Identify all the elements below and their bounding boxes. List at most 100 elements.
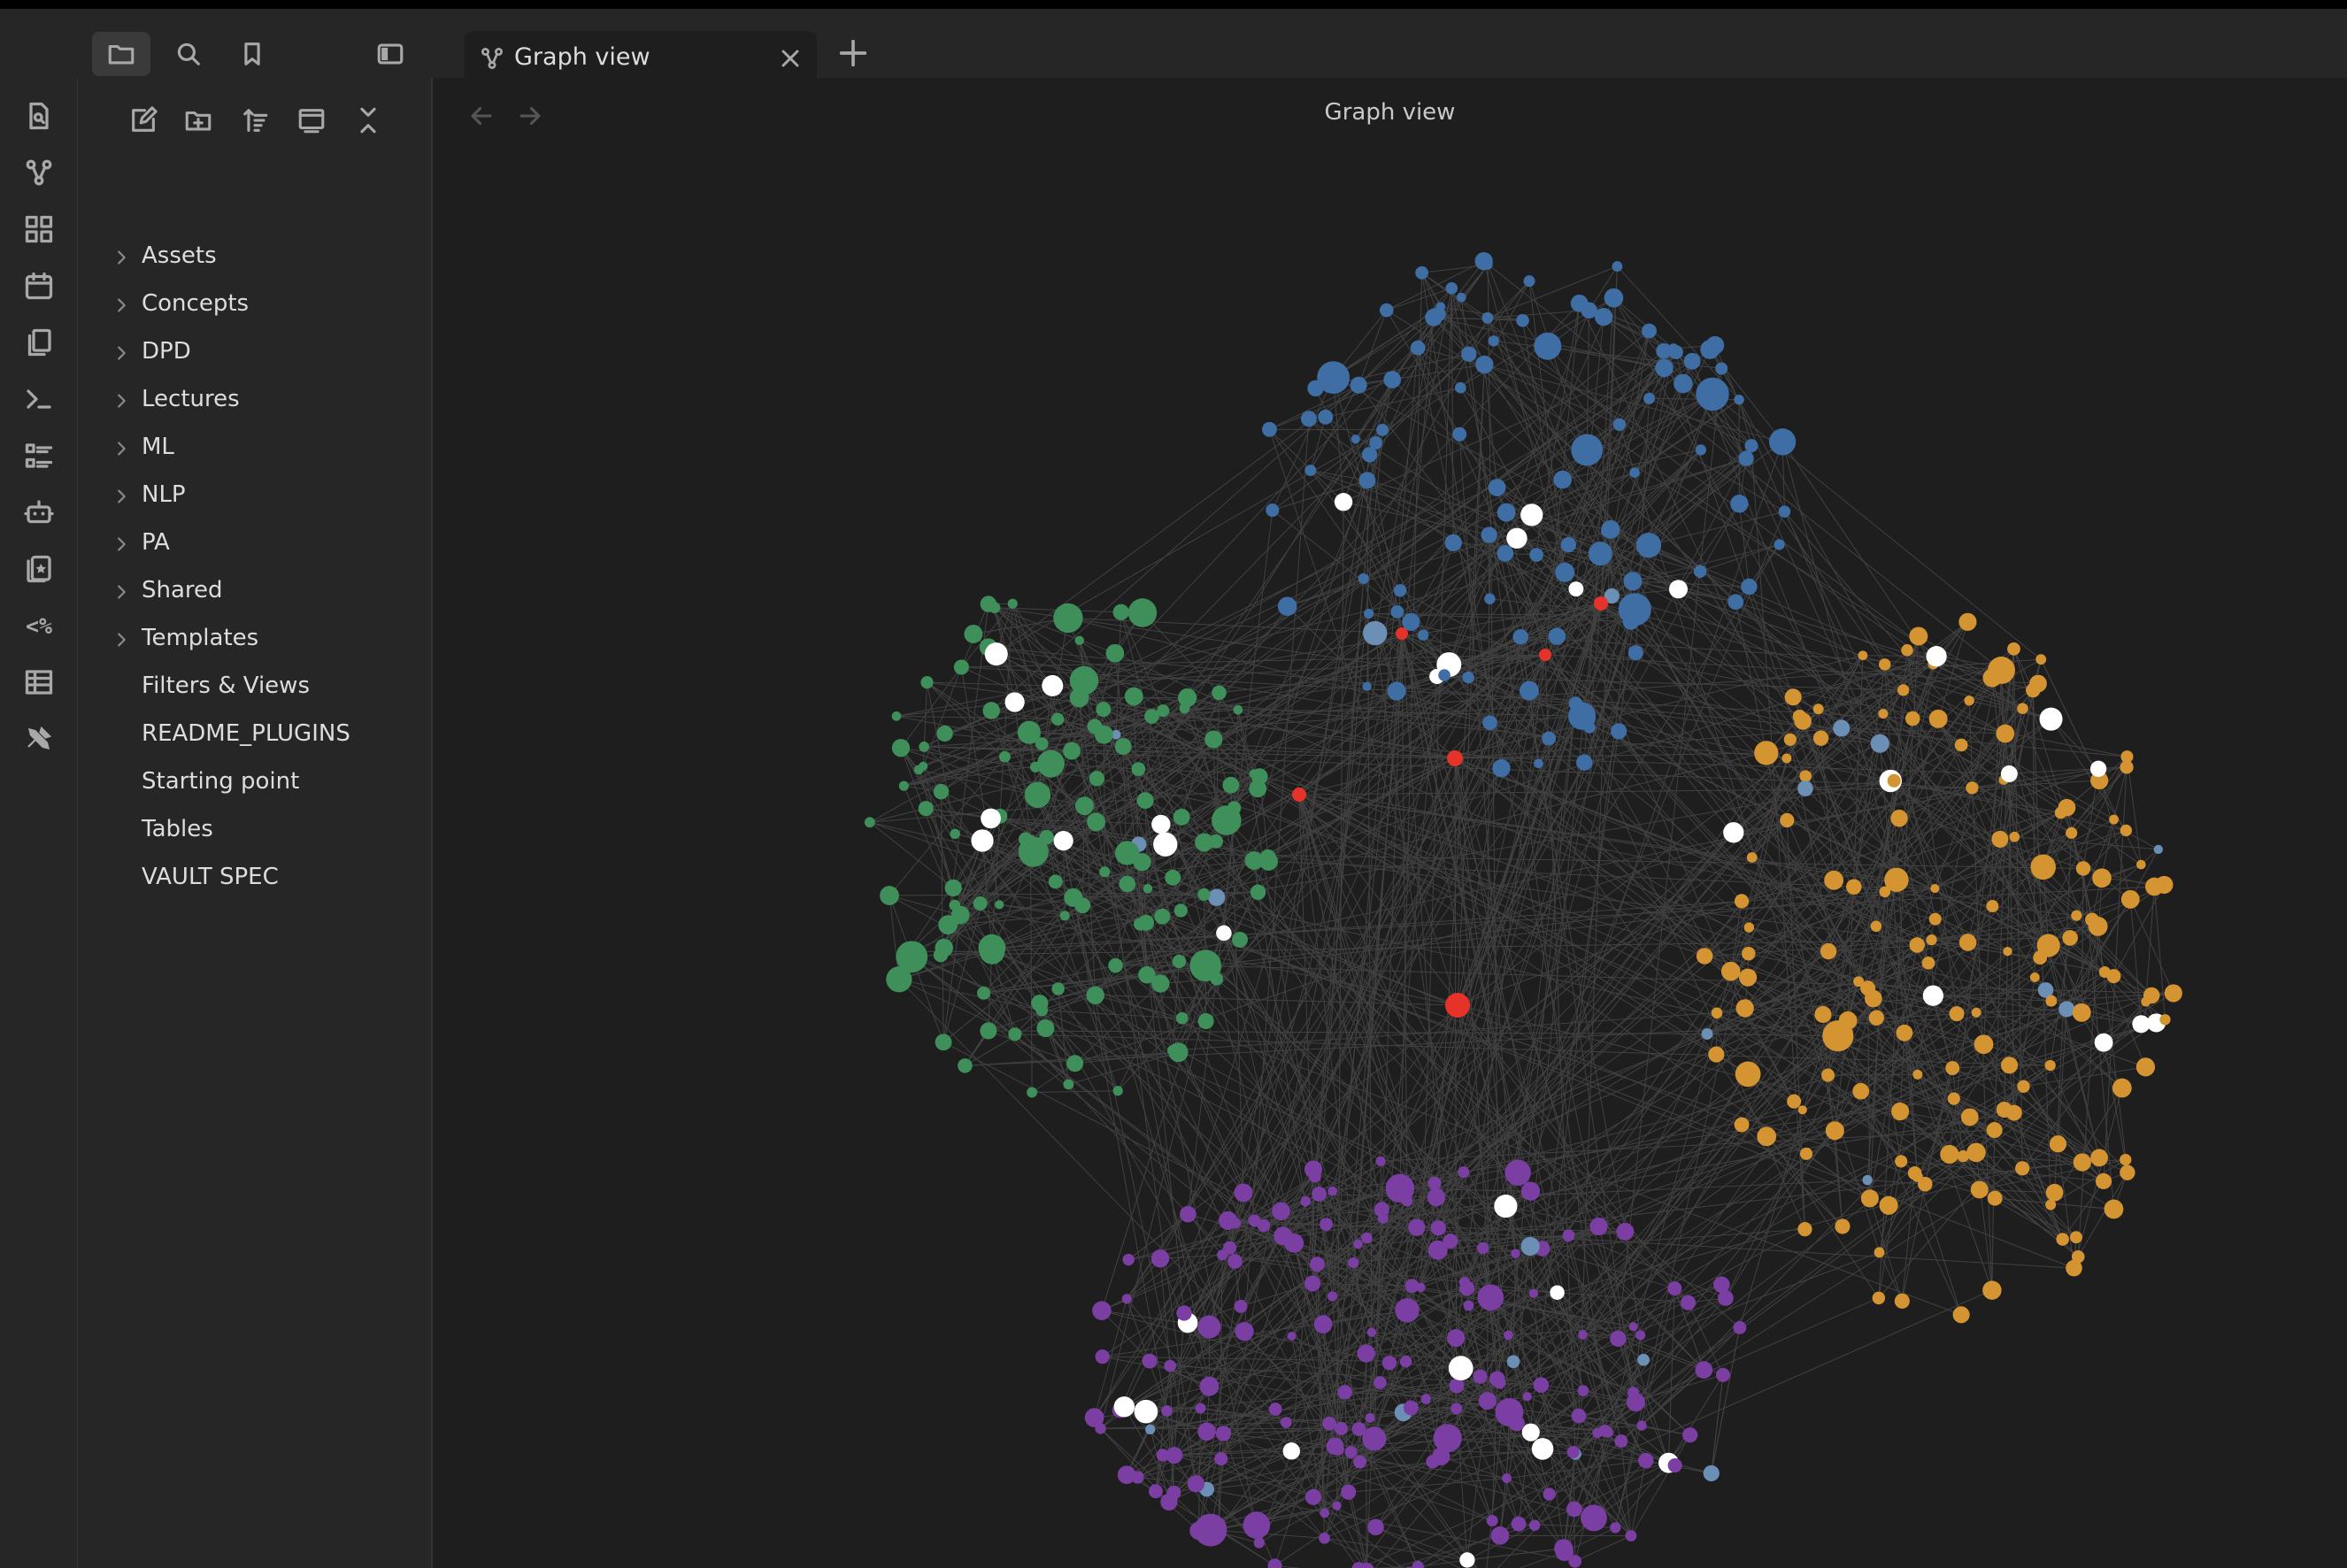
- graph-node[interactable]: [1420, 1394, 1431, 1404]
- graph-node[interactable]: [1879, 886, 1891, 898]
- graph-node[interactable]: [1629, 607, 1646, 624]
- graph-node[interactable]: [1435, 302, 1446, 311]
- graph-node[interactable]: [1635, 532, 1662, 558]
- folder-item[interactable]: Assets: [78, 235, 431, 280]
- graph-node[interactable]: [1112, 1086, 1123, 1096]
- graph-node[interactable]: [1105, 643, 1125, 663]
- graph-node[interactable]: [1136, 792, 1154, 810]
- graph-node[interactable]: [1814, 1005, 1832, 1023]
- graph-node[interactable]: [1461, 346, 1477, 362]
- graph-node[interactable]: [1341, 1484, 1357, 1500]
- graph-node[interactable]: [1197, 888, 1211, 901]
- graph-node[interactable]: [1909, 937, 1925, 953]
- graph-node[interactable]: [1344, 1446, 1358, 1459]
- graph-node[interactable]: [1227, 801, 1242, 815]
- graph-node[interactable]: [2045, 1183, 2064, 1202]
- graph-node[interactable]: [1554, 1539, 1574, 1558]
- graph-node[interactable]: [1996, 724, 2015, 743]
- graph-node[interactable]: [1560, 536, 1577, 553]
- graph-node[interactable]: [1523, 275, 1535, 288]
- graph-node[interactable]: [1233, 704, 1243, 715]
- graph-node[interactable]: [1195, 1403, 1206, 1414]
- graph-node[interactable]: [1267, 1558, 1282, 1568]
- graph-node[interactable]: [2071, 910, 2082, 921]
- graph-node[interactable]: [1379, 303, 1394, 318]
- graph-node[interactable]: [1958, 612, 1977, 631]
- graph-node[interactable]: [1212, 685, 1227, 701]
- graph-node[interactable]: [2159, 1014, 2171, 1026]
- graph-node[interactable]: [2112, 1078, 2132, 1098]
- graph-node[interactable]: [1845, 879, 1862, 895]
- graph-node[interactable]: [1553, 470, 1572, 489]
- graph-node[interactable]: [1096, 702, 1112, 718]
- graph-node[interactable]: [1404, 1279, 1420, 1294]
- graph-node[interactable]: [1520, 1181, 1541, 1201]
- graph-node[interactable]: [1287, 1331, 1297, 1341]
- graph-node[interactable]: [1528, 1519, 1541, 1532]
- graph-node[interactable]: [1036, 749, 1065, 778]
- graph-node[interactable]: [1474, 251, 1493, 271]
- graph-node[interactable]: [1940, 1144, 1959, 1164]
- graph-node[interactable]: [1150, 1249, 1170, 1268]
- graph-node[interactable]: [1570, 294, 1589, 312]
- graph-node[interactable]: [1212, 1523, 1226, 1536]
- graph-node[interactable]: [1835, 1218, 1851, 1234]
- ribbon-list[interactable]: [21, 438, 57, 473]
- graph-node[interactable]: [1300, 411, 1317, 427]
- graph-node[interactable]: [1180, 1205, 1197, 1223]
- graph-node[interactable]: [2088, 916, 2108, 936]
- graph-node[interactable]: [1489, 1371, 1505, 1387]
- graph-node[interactable]: [1463, 1300, 1474, 1311]
- graph-node[interactable]: [1604, 288, 1624, 308]
- graph-node[interactable]: [2120, 889, 2140, 909]
- graph-node[interactable]: [1744, 439, 1758, 453]
- graph-node[interactable]: [2120, 760, 2134, 774]
- graph-node[interactable]: [1820, 942, 1837, 960]
- folder-item[interactable]: Templates: [78, 618, 431, 662]
- graph-node[interactable]: [1667, 1457, 1682, 1473]
- graph-node[interactable]: [1086, 986, 1104, 1004]
- graph-node[interactable]: [1017, 720, 1041, 744]
- graph-node[interactable]: [2039, 707, 2063, 731]
- graph-node[interactable]: [1243, 1511, 1271, 1539]
- graph-node[interactable]: [1387, 681, 1406, 701]
- graph-node[interactable]: [1447, 750, 1463, 766]
- graph-node[interactable]: [1778, 505, 1791, 518]
- graph-node[interactable]: [1173, 808, 1190, 826]
- graph-node[interactable]: [1952, 1306, 1970, 1324]
- graph-node[interactable]: [1481, 527, 1497, 543]
- graph-node[interactable]: [1799, 1147, 1813, 1160]
- graph-node[interactable]: [1868, 1010, 1884, 1026]
- graph-node[interactable]: [1612, 418, 1627, 432]
- graph-node[interactable]: [2056, 1233, 2069, 1246]
- graph-node[interactable]: [1668, 343, 1679, 354]
- ribbon-canvas[interactable]: [21, 211, 57, 247]
- graph-node[interactable]: [1589, 1217, 1608, 1236]
- graph-node[interactable]: [1495, 1397, 1524, 1426]
- graph-node[interactable]: [1362, 681, 1372, 691]
- graph-node[interactable]: [1754, 741, 1779, 765]
- graph-node[interactable]: [1858, 650, 1868, 661]
- graph-node[interactable]: [1581, 1504, 1607, 1532]
- graph-node[interactable]: [1917, 1176, 1933, 1192]
- graph-node[interactable]: [1534, 758, 1543, 769]
- graph-node[interactable]: [1734, 894, 1750, 909]
- graph-node[interactable]: [920, 676, 934, 689]
- graph-node[interactable]: [1166, 1485, 1181, 1500]
- graph-node[interactable]: [1521, 1423, 1540, 1441]
- ribbon-graph[interactable]: [21, 155, 57, 190]
- graph-node[interactable]: [2136, 859, 2146, 870]
- graph-node[interactable]: [1124, 687, 1143, 706]
- graph-node[interactable]: [933, 783, 950, 800]
- graph-node[interactable]: [1280, 1417, 1292, 1428]
- ribbon-copy[interactable]: [21, 325, 57, 360]
- graph-node[interactable]: [1982, 1280, 2002, 1300]
- graph-node[interactable]: [1035, 1003, 1049, 1017]
- graph-node[interactable]: [1728, 594, 1744, 611]
- graph-node[interactable]: [1164, 1359, 1176, 1372]
- graph-node[interactable]: [1566, 1501, 1582, 1518]
- graph-node[interactable]: [1322, 1416, 1337, 1431]
- graph-node[interactable]: [1612, 261, 1623, 272]
- graph-node[interactable]: [1087, 812, 1105, 832]
- graph-node[interactable]: [1594, 308, 1613, 327]
